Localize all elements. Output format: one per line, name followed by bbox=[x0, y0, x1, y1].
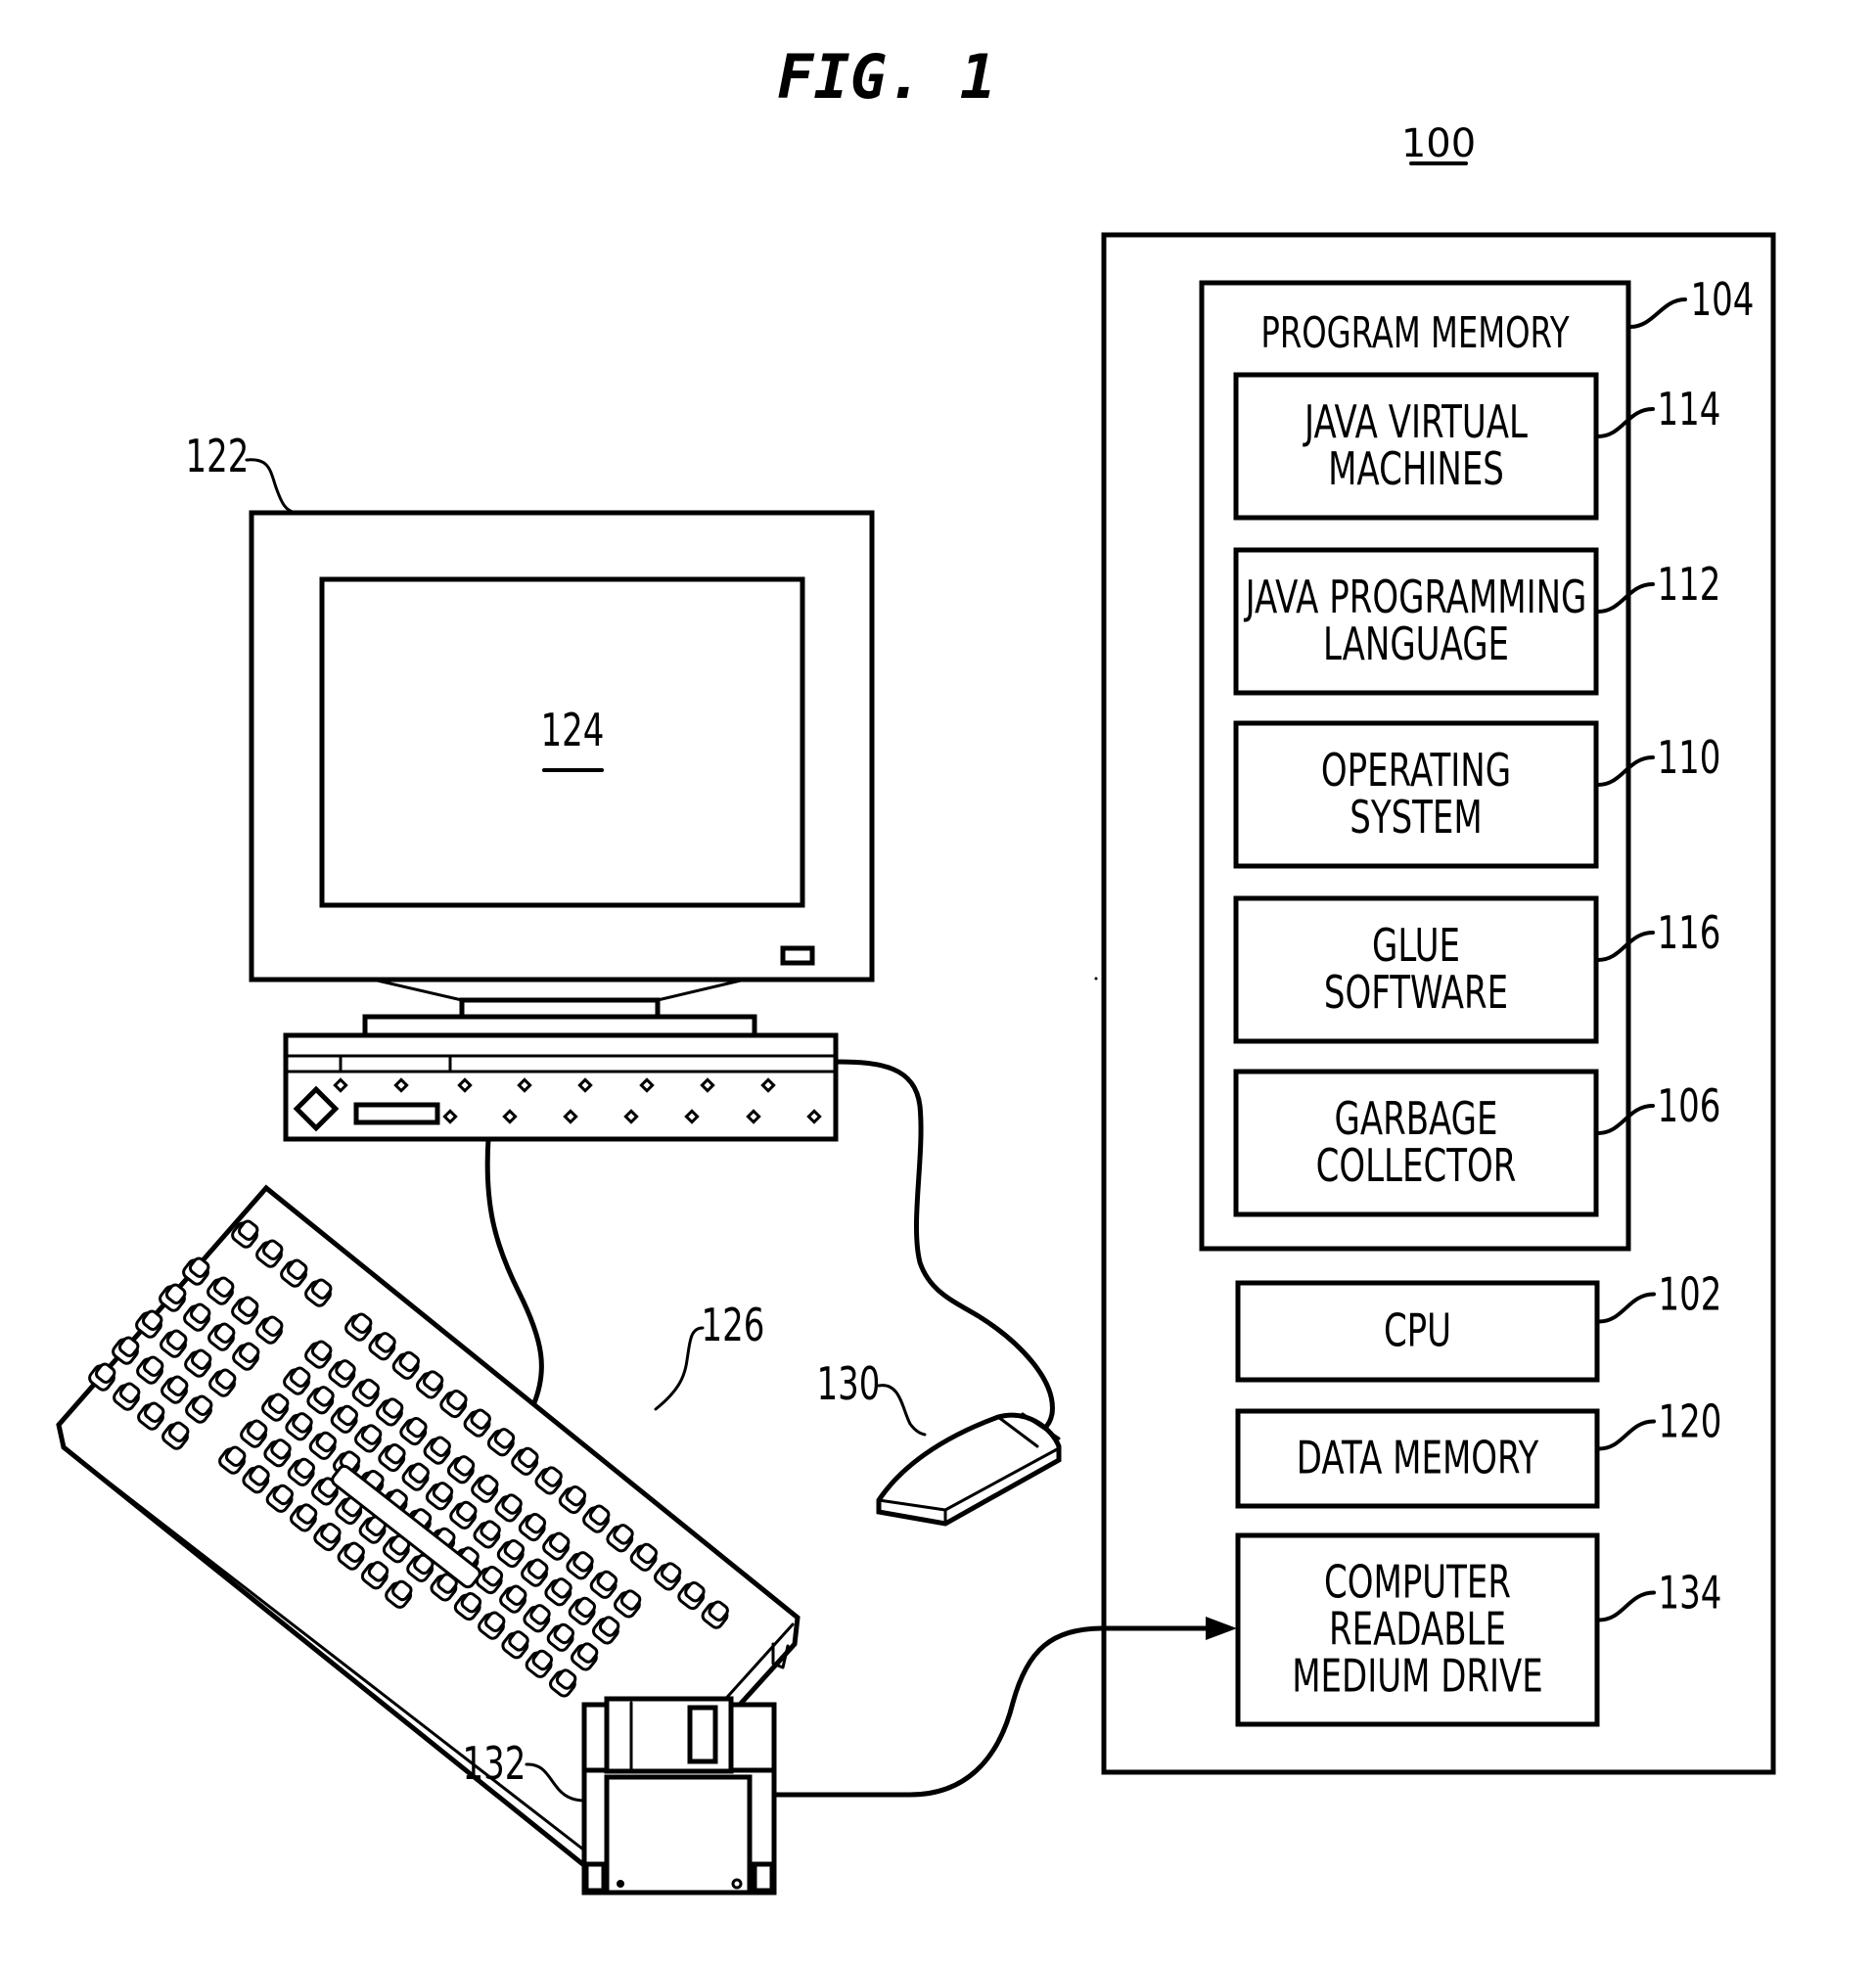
mouse: 130 bbox=[817, 1357, 1062, 1527]
java-virtual-machines-ref: 114 bbox=[1658, 383, 1721, 436]
glue-software-label-line: SOFTWARE bbox=[1324, 966, 1508, 1020]
floppy-slot bbox=[353, 1102, 440, 1125]
java-virtual-machines-label-line: MACHINES bbox=[1328, 442, 1504, 496]
java-programming-language-label-line: JAVA PROGRAMMING bbox=[1243, 571, 1586, 624]
operating-system-label-line: SYSTEM bbox=[1350, 791, 1482, 845]
garbage-collector-ref: 106 bbox=[1658, 1079, 1721, 1133]
data-memory-block-ref: 120 bbox=[1659, 1394, 1722, 1448]
monitor-base bbox=[362, 1014, 757, 1038]
java-virtual-machines-label-line: JAVA VIRTUAL bbox=[1303, 395, 1529, 449]
program-memory-ref: 104 bbox=[1691, 273, 1755, 327]
floppy-notch-left bbox=[583, 1861, 607, 1894]
medium-drive-block-ref: 134 bbox=[1659, 1566, 1722, 1620]
program-memory-label: PROGRAM MEMORY bbox=[1260, 308, 1570, 358]
monitor-neck bbox=[459, 997, 661, 1020]
screen-ref: 124 bbox=[541, 704, 605, 757]
keyboard-cable bbox=[484, 1136, 544, 1408]
mouse-body bbox=[876, 1412, 1062, 1527]
floppy-window bbox=[687, 1705, 718, 1764]
figure-title: FIG. 1 bbox=[777, 41, 996, 113]
java-programming-language-label-line: LANGUAGE bbox=[1323, 617, 1509, 671]
system-ref-label: 100 bbox=[1401, 121, 1476, 166]
monitor-ref: 122 bbox=[186, 430, 250, 483]
cpu-block-label-line: CPU bbox=[1384, 1303, 1451, 1357]
keyboard-ref-leader bbox=[654, 1326, 705, 1411]
floppy-notch-right bbox=[752, 1861, 775, 1894]
mouse-ref: 130 bbox=[817, 1357, 881, 1411]
computer-unit bbox=[283, 1032, 839, 1142]
garbage-collector-label-line: COLLECTOR bbox=[1316, 1139, 1517, 1193]
monitor-ref-leader bbox=[245, 458, 297, 515]
floppy-hole-left bbox=[617, 1880, 624, 1888]
glue-software-ref: 116 bbox=[1658, 906, 1721, 960]
cpu-block-ref: 102 bbox=[1659, 1267, 1722, 1321]
monitor-neck-lines bbox=[371, 978, 747, 1002]
speck bbox=[1094, 977, 1098, 981]
java-programming-language-ref: 112 bbox=[1658, 558, 1721, 612]
power-button-icon bbox=[780, 945, 815, 966]
keyboard-ref: 126 bbox=[702, 1299, 765, 1352]
patent-figure: FIG. 1 100 PROGRAM MEMORY 104 JAVA VIRTU… bbox=[56, 41, 1776, 1895]
floppy-label bbox=[604, 1774, 753, 1895]
medium-drive-block-label-line: MEDIUM DRIVE bbox=[1292, 1649, 1543, 1703]
operating-system-label-line: OPERATING bbox=[1321, 744, 1511, 798]
medium-drive-block-label-line: READABLE bbox=[1329, 1602, 1506, 1656]
floppy-ref: 132 bbox=[463, 1737, 526, 1791]
mouse-ref-leader bbox=[877, 1384, 927, 1437]
floppy-hole-right bbox=[731, 1878, 743, 1890]
operating-system-ref: 110 bbox=[1658, 731, 1721, 785]
garbage-collector-label-line: GARBAGE bbox=[1334, 1092, 1497, 1146]
data-memory-block-label-line: DATA MEMORY bbox=[1297, 1431, 1539, 1484]
glue-software-label-line: GLUE bbox=[1372, 919, 1460, 973]
monitor: 124 122 bbox=[186, 430, 875, 1038]
medium-drive-block-label-line: COMPUTER bbox=[1324, 1555, 1511, 1609]
